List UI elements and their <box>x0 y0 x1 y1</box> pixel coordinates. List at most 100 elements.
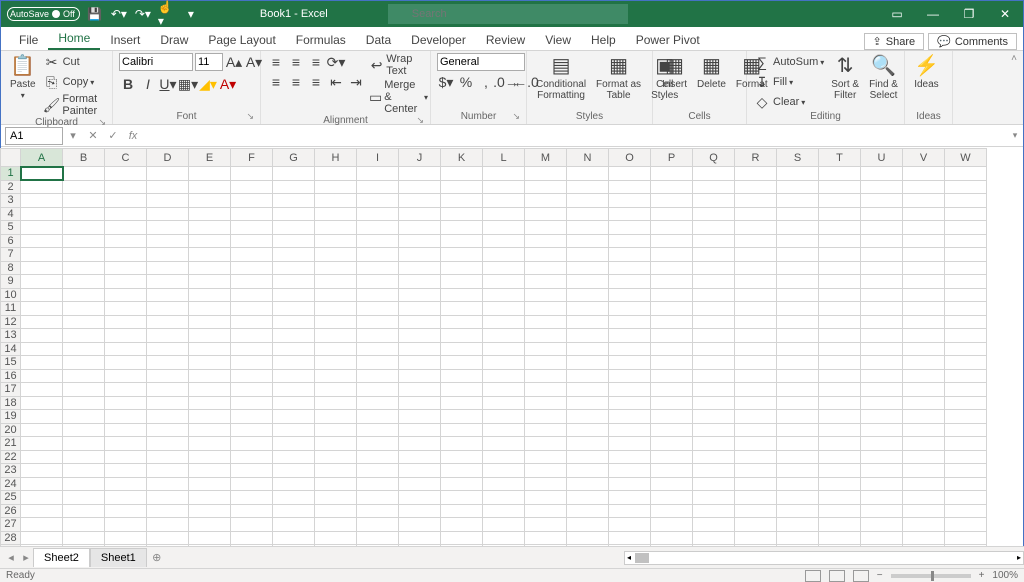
cell[interactable] <box>735 518 777 532</box>
cell[interactable] <box>147 315 189 329</box>
cell[interactable] <box>777 437 819 451</box>
cell[interactable] <box>189 396 231 410</box>
cell[interactable] <box>483 302 525 316</box>
cell[interactable] <box>147 234 189 248</box>
cell[interactable] <box>189 207 231 221</box>
cell[interactable] <box>189 234 231 248</box>
cell[interactable] <box>903 531 945 545</box>
cell[interactable] <box>483 221 525 235</box>
cell[interactable] <box>735 356 777 370</box>
cell[interactable] <box>399 180 441 194</box>
clear-button[interactable]: ◇Clear▾ <box>753 93 824 111</box>
cell[interactable] <box>483 315 525 329</box>
cell[interactable] <box>819 437 861 451</box>
cell[interactable] <box>819 464 861 478</box>
cell[interactable] <box>231 315 273 329</box>
cell[interactable] <box>651 207 693 221</box>
cell[interactable] <box>231 450 273 464</box>
format-painter-button[interactable]: 🖌Format Painter <box>43 93 106 117</box>
cell[interactable] <box>945 288 987 302</box>
cell[interactable] <box>147 369 189 383</box>
row-header[interactable]: 18 <box>1 396 21 410</box>
cell[interactable] <box>21 437 63 451</box>
cell[interactable] <box>819 275 861 289</box>
cell[interactable] <box>693 261 735 275</box>
row-header[interactable]: 27 <box>1 518 21 532</box>
cell[interactable] <box>861 518 903 532</box>
cell[interactable] <box>903 315 945 329</box>
cell[interactable] <box>735 369 777 383</box>
cell[interactable] <box>441 491 483 505</box>
cell[interactable] <box>945 180 987 194</box>
cell[interactable] <box>63 261 105 275</box>
cell[interactable] <box>189 410 231 424</box>
cell[interactable] <box>273 531 315 545</box>
cell[interactable] <box>945 329 987 343</box>
cell[interactable] <box>525 531 567 545</box>
formula-input[interactable] <box>143 127 1007 145</box>
cell[interactable] <box>231 302 273 316</box>
row-header[interactable]: 5 <box>1 221 21 235</box>
align-middle-icon[interactable]: ≡ <box>287 53 305 71</box>
row-header[interactable]: 6 <box>1 234 21 248</box>
cell[interactable] <box>273 437 315 451</box>
cell[interactable] <box>441 531 483 545</box>
column-header[interactable]: A <box>21 149 63 167</box>
cell[interactable] <box>735 207 777 221</box>
cell[interactable] <box>21 464 63 478</box>
minimize-icon[interactable]: — <box>915 1 951 27</box>
cell[interactable] <box>315 464 357 478</box>
cell[interactable] <box>903 504 945 518</box>
scrollbar-thumb[interactable] <box>635 553 649 563</box>
cell[interactable] <box>63 302 105 316</box>
cell[interactable] <box>819 531 861 545</box>
cell[interactable] <box>105 410 147 424</box>
cell[interactable] <box>861 329 903 343</box>
cell[interactable] <box>105 207 147 221</box>
cell[interactable] <box>231 234 273 248</box>
cell[interactable] <box>273 180 315 194</box>
cell[interactable] <box>609 396 651 410</box>
cell[interactable] <box>483 180 525 194</box>
cell[interactable] <box>231 329 273 343</box>
column-header[interactable]: M <box>525 149 567 167</box>
cell[interactable] <box>651 248 693 262</box>
sort-filter-button[interactable]: ⇅Sort & Filter <box>828 53 862 103</box>
cell[interactable] <box>147 450 189 464</box>
copy-button[interactable]: ⎘Copy▾ <box>43 73 106 91</box>
cell[interactable] <box>273 315 315 329</box>
cell[interactable] <box>315 315 357 329</box>
row-header[interactable]: 9 <box>1 275 21 289</box>
insert-cells-button[interactable]: ▦Insert <box>659 53 690 92</box>
cell[interactable] <box>567 396 609 410</box>
cell[interactable] <box>903 275 945 289</box>
cell[interactable] <box>861 450 903 464</box>
cell[interactable] <box>735 531 777 545</box>
align-bottom-icon[interactable]: ≡ <box>307 53 325 71</box>
column-header[interactable]: P <box>651 149 693 167</box>
cell[interactable] <box>567 491 609 505</box>
cell[interactable] <box>693 288 735 302</box>
cell[interactable] <box>483 491 525 505</box>
cell[interactable] <box>273 450 315 464</box>
cell[interactable] <box>903 261 945 275</box>
cell[interactable] <box>609 221 651 235</box>
cell[interactable] <box>315 207 357 221</box>
column-header[interactable]: V <box>903 149 945 167</box>
cell[interactable] <box>777 369 819 383</box>
cell[interactable] <box>903 518 945 532</box>
worksheet-grid[interactable]: ABCDEFGHIJKLMNOPQRSTUVW12345678910111213… <box>0 148 1024 546</box>
cell[interactable] <box>441 356 483 370</box>
sheet-tab[interactable]: Sheet2 <box>33 548 90 567</box>
cell[interactable] <box>357 464 399 478</box>
cell[interactable] <box>399 383 441 397</box>
cell[interactable] <box>399 221 441 235</box>
cell[interactable] <box>651 369 693 383</box>
orientation-icon[interactable]: ⟳▾ <box>327 53 345 71</box>
cell[interactable] <box>357 450 399 464</box>
cell[interactable] <box>399 329 441 343</box>
cell[interactable] <box>903 423 945 437</box>
dialog-launcher-icon[interactable]: ↘ <box>512 111 520 122</box>
cell[interactable] <box>609 194 651 208</box>
cell[interactable] <box>147 207 189 221</box>
